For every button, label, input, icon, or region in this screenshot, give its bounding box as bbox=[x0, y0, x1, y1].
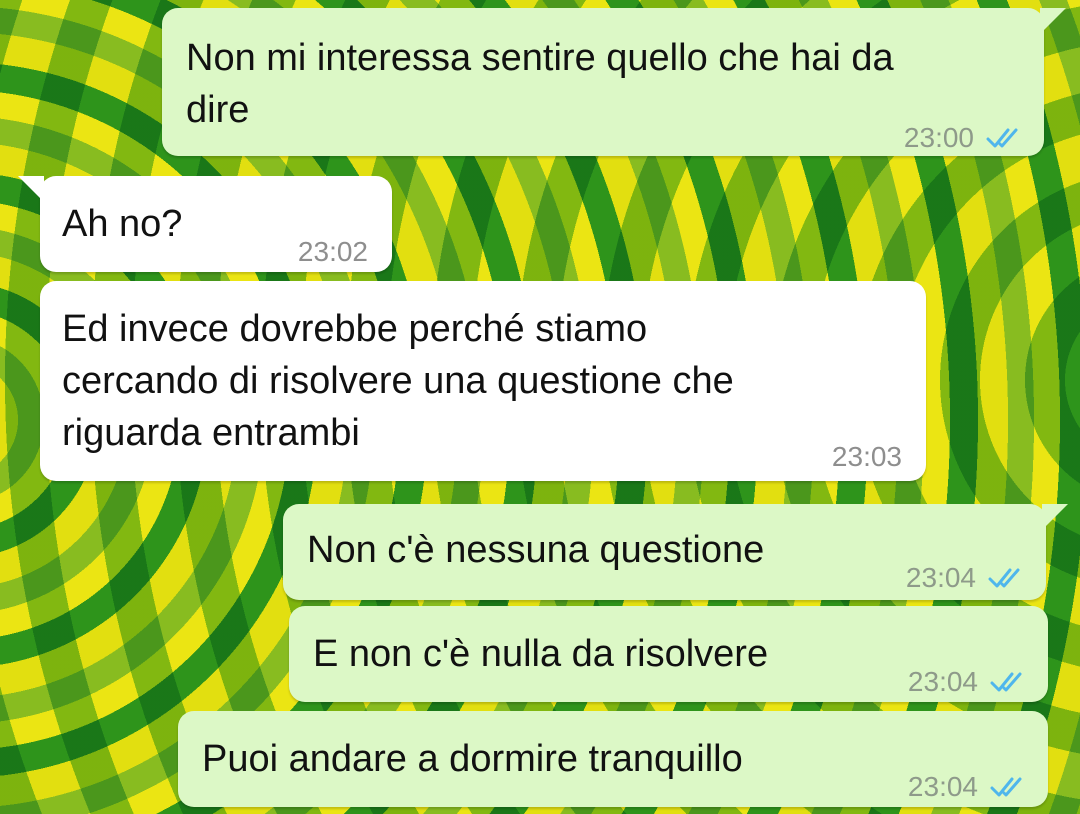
message-bubble-outgoing[interactable]: Puoi andare a dormire tranquillo 23:04 bbox=[178, 711, 1048, 807]
message-bubble-outgoing[interactable]: E non c'è nulla da risolvere 23:04 bbox=[289, 606, 1048, 702]
message-text: Ah no? bbox=[62, 203, 183, 245]
message-time: 23:04 bbox=[907, 771, 978, 802]
double-check-icon bbox=[990, 672, 1022, 692]
message-meta: 23:04 bbox=[906, 552, 1024, 604]
message-bubble-incoming[interactable]: Ah no? 23:02 bbox=[18, 176, 392, 272]
double-check-icon bbox=[990, 777, 1022, 797]
double-check-icon bbox=[986, 128, 1018, 148]
message-time: 23:00 bbox=[903, 122, 974, 153]
message-text: Puoi andare a dormire tranquillo bbox=[202, 738, 743, 780]
message-text: Non c'è nessuna questione bbox=[307, 529, 765, 571]
message-bubble-incoming[interactable]: Ed invece dovrebbe perché stiamo cercand… bbox=[40, 281, 926, 481]
message-time: 23:03 bbox=[831, 441, 902, 472]
message-bubble-outgoing[interactable]: Non c'è nessuna questione 23:04 bbox=[283, 504, 1068, 600]
message-text: E non c'è nulla da risolvere bbox=[313, 633, 769, 675]
message-meta: 23:03 bbox=[832, 431, 902, 483]
message-text: Ed invece dovrebbe perché stiamo cercand… bbox=[62, 308, 734, 454]
message-bubble-outgoing[interactable]: Non mi interessa sentire quello che hai … bbox=[162, 8, 1066, 156]
double-check-icon bbox=[988, 568, 1020, 588]
message-meta: 23:00 bbox=[904, 112, 1022, 164]
message-meta: 23:04 bbox=[908, 656, 1026, 708]
message-time: 23:04 bbox=[907, 666, 978, 697]
message-time: 23:04 bbox=[905, 562, 976, 593]
message-time: 23:02 bbox=[297, 236, 368, 267]
message-meta: 23:04 bbox=[908, 761, 1026, 813]
message-text: Non mi interessa sentire quello che hai … bbox=[186, 37, 894, 131]
message-meta: 23:02 bbox=[298, 226, 368, 278]
